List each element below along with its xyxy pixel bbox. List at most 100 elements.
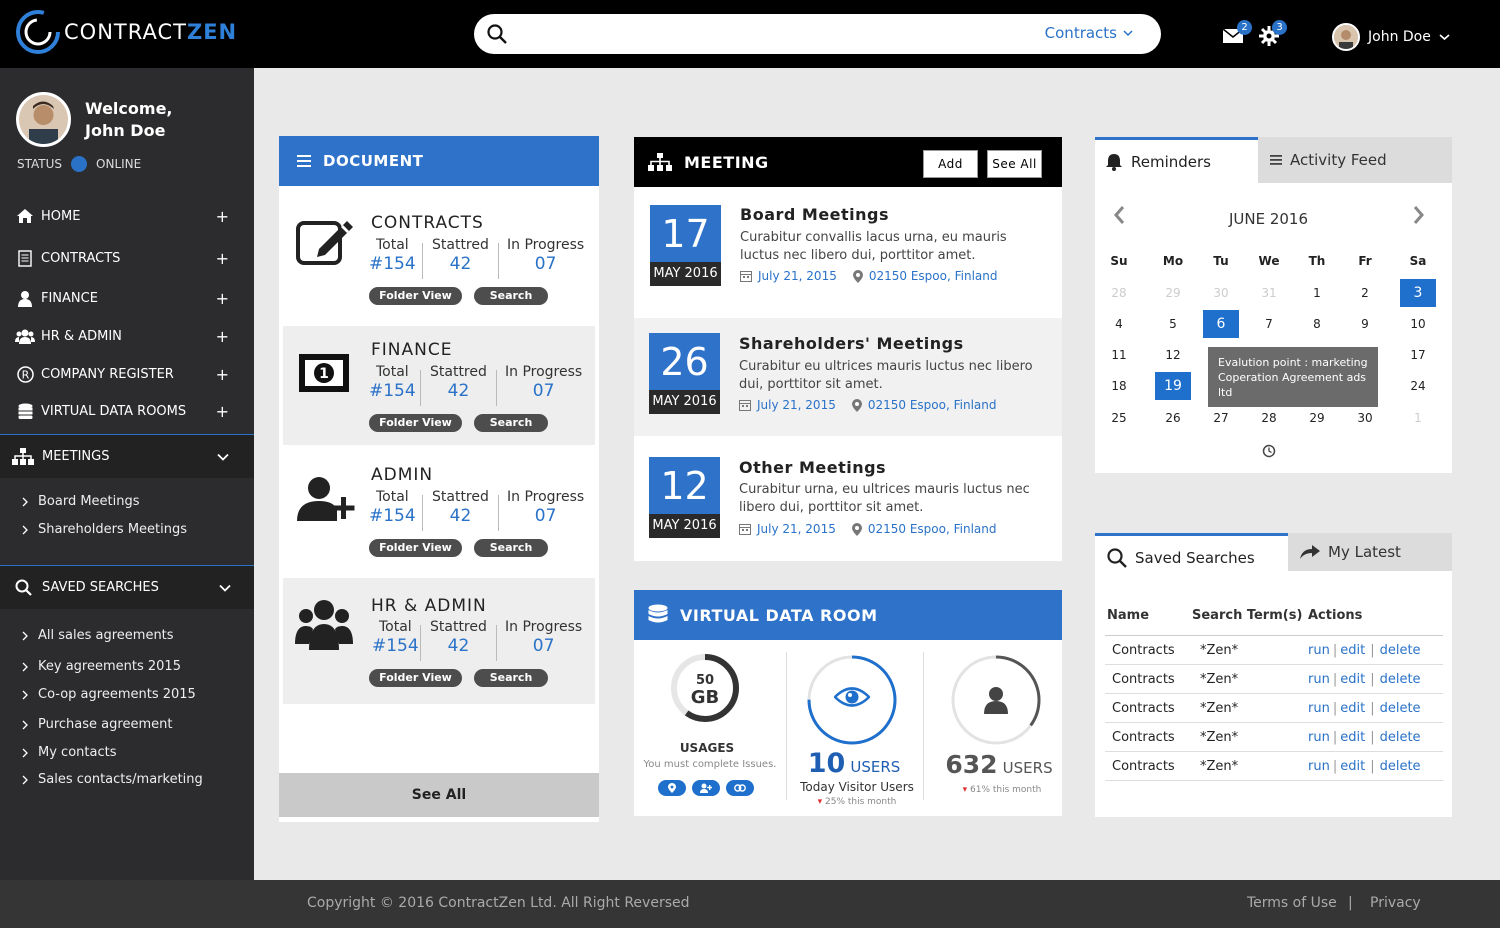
sidebar-item-company-register[interactable]: R COMPANY REGISTER + [0,356,254,392]
calendar-day[interactable]: 29 [1155,279,1191,307]
calendar-day[interactable]: 11 [1101,341,1137,369]
edit-link[interactable]: edit [1340,759,1365,774]
calendar-day[interactable]: 12 [1155,341,1191,369]
calendar-day[interactable]: 10 [1400,310,1436,338]
sidebar-item-contracts[interactable]: CONTRACTS + [0,240,254,276]
edit-link[interactable]: edit [1340,672,1365,687]
meeting-title[interactable]: Shareholders' Meetings [739,334,964,353]
calendar-day[interactable]: 5 [1155,310,1191,338]
calendar-day[interactable]: 30 [1203,279,1239,307]
add-meeting-button[interactable]: Add [923,150,978,178]
privacy-link[interactable]: Privacy [1370,895,1421,911]
link-icon[interactable] [726,780,754,796]
document-see-all-button[interactable]: See All [279,773,599,817]
calendar-day[interactable]: 27 [1203,404,1239,432]
calendar-day[interactable]: 30 [1347,404,1383,432]
delete-link[interactable]: delete [1380,643,1421,658]
calendar-day[interactable]: 17 [1400,341,1436,369]
sidebar-section-saved-searches[interactable]: SAVED SEARCHES [0,565,254,609]
sidebar-subitem-saved-search[interactable]: My contacts [22,745,116,760]
delete-link[interactable]: delete [1380,672,1421,687]
clock-icon[interactable] [1262,444,1276,458]
delete-link[interactable]: delete [1380,730,1421,745]
tab-activity-feed[interactable]: Activity Feed [1258,137,1452,183]
folder-view-button[interactable]: Folder View [369,539,462,557]
meeting-title[interactable]: Board Meetings [740,205,889,224]
run-link[interactable]: run [1308,759,1330,774]
expand-icon[interactable]: + [216,402,229,421]
sidebar-subitem-saved-search[interactable]: All sales agreements [22,628,174,643]
sidebar-subitem-saved-search[interactable]: Purchase agreement [22,717,172,732]
search-bar[interactable]: Contracts [474,14,1161,54]
calendar-day[interactable]: 19 [1155,372,1191,400]
calendar-day[interactable]: 28 [1251,404,1287,432]
calendar-day[interactable]: 3 [1400,279,1436,307]
calendar-day[interactable]: 26 [1155,404,1191,432]
meeting-item[interactable]: 26 MAY 2016 Shareholders' Meetings Curabi… [634,318,1062,436]
calendar-day[interactable]: 18 [1101,372,1137,400]
edit-link[interactable]: edit [1340,701,1365,716]
meeting-item[interactable]: 17 MAY 2016 Board Meetings Curabitur conv… [634,187,1062,305]
calendar-day[interactable]: 25 [1101,404,1137,432]
calendar-day[interactable]: 7 [1251,310,1287,338]
calendar-day[interactable]: 29 [1299,404,1335,432]
calendar-day[interactable]: 31 [1251,279,1287,307]
calendar-day[interactable]: 9 [1347,310,1383,338]
sidebar-item-home[interactable]: HOME + [0,198,254,234]
expand-icon[interactable]: + [216,289,229,308]
tab-my-latest[interactable]: My Latest [1288,533,1452,571]
calendar-day[interactable]: 2 [1347,279,1383,307]
see-all-meetings-button[interactable]: See All [987,150,1042,178]
search-button[interactable]: Search [474,669,548,687]
terms-link[interactable]: Terms of Use [1247,895,1337,911]
folder-view-button[interactable]: Folder View [369,414,462,432]
run-link[interactable]: run [1308,730,1330,745]
sidebar-item-virtual-data-rooms[interactable]: VIRTUAL DATA ROOMS + [0,393,254,429]
delete-link[interactable]: delete [1380,701,1421,716]
calendar-day[interactable]: 8 [1299,310,1335,338]
calendar-day[interactable]: 1 [1400,404,1436,432]
run-link[interactable]: run [1308,672,1330,687]
sidebar-subitem-saved-search[interactable]: Sales contacts/marketing [22,772,203,787]
calendar-day[interactable]: 24 [1400,372,1436,400]
add-user-icon[interactable] [692,780,720,796]
location-icon[interactable] [658,780,686,796]
expand-icon[interactable]: + [216,365,229,384]
sidebar-item-hr-admin[interactable]: HR & ADMIN + [0,318,254,354]
calendar-day[interactable]: 1 [1299,279,1335,307]
chevron-right-icon[interactable] [1413,205,1425,225]
search-button[interactable]: Search [474,287,548,305]
calendar-day[interactable]: 28 [1101,279,1137,307]
meeting-title[interactable]: Other Meetings [739,458,886,477]
tab-reminders[interactable]: Reminders [1095,137,1258,183]
tab-saved-searches[interactable]: Saved Searches [1095,533,1288,579]
search-button[interactable]: Search [474,414,548,432]
run-link[interactable]: run [1308,701,1330,716]
sidebar-subitem-saved-search[interactable]: Key agreements 2015 [22,659,181,674]
settings-button[interactable]: 3 [1259,20,1287,46]
calendar-day[interactable]: 6 [1203,310,1239,338]
expand-icon[interactable]: + [216,207,229,226]
search-button[interactable]: Search [474,539,548,557]
delete-link[interactable]: delete [1380,759,1421,774]
expand-icon[interactable]: + [216,327,229,346]
sidebar-subitem-shareholders-meetings[interactable]: Shareholders Meetings [22,522,187,537]
meeting-item[interactable]: 12 MAY 2016 Other Meetings Curabitur urna… [634,439,1062,557]
edit-link[interactable]: edit [1340,730,1365,745]
sidebar-subitem-saved-search[interactable]: Co-op agreements 2015 [22,687,196,702]
calendar-day[interactable]: 4 [1101,310,1137,338]
avatar[interactable] [16,92,71,147]
mail-button[interactable]: 2 [1222,20,1252,44]
folder-view-button[interactable]: Folder View [369,669,462,687]
user-menu[interactable]: John Doe [1332,23,1450,51]
sidebar-section-meetings[interactable]: MEETINGS [0,434,254,478]
brand-logo[interactable]: CONTRACTZEN [14,8,237,56]
search-scope-select[interactable]: Contracts [1045,24,1133,42]
edit-link[interactable]: edit [1340,643,1365,658]
sidebar-subitem-board-meetings[interactable]: Board Meetings [22,494,140,509]
sidebar-item-finance[interactable]: FINANCE + [0,280,254,316]
expand-icon[interactable]: + [216,249,229,268]
folder-view-button[interactable]: Folder View [369,287,462,305]
search-icon[interactable] [487,24,507,44]
run-link[interactable]: run [1308,643,1330,658]
